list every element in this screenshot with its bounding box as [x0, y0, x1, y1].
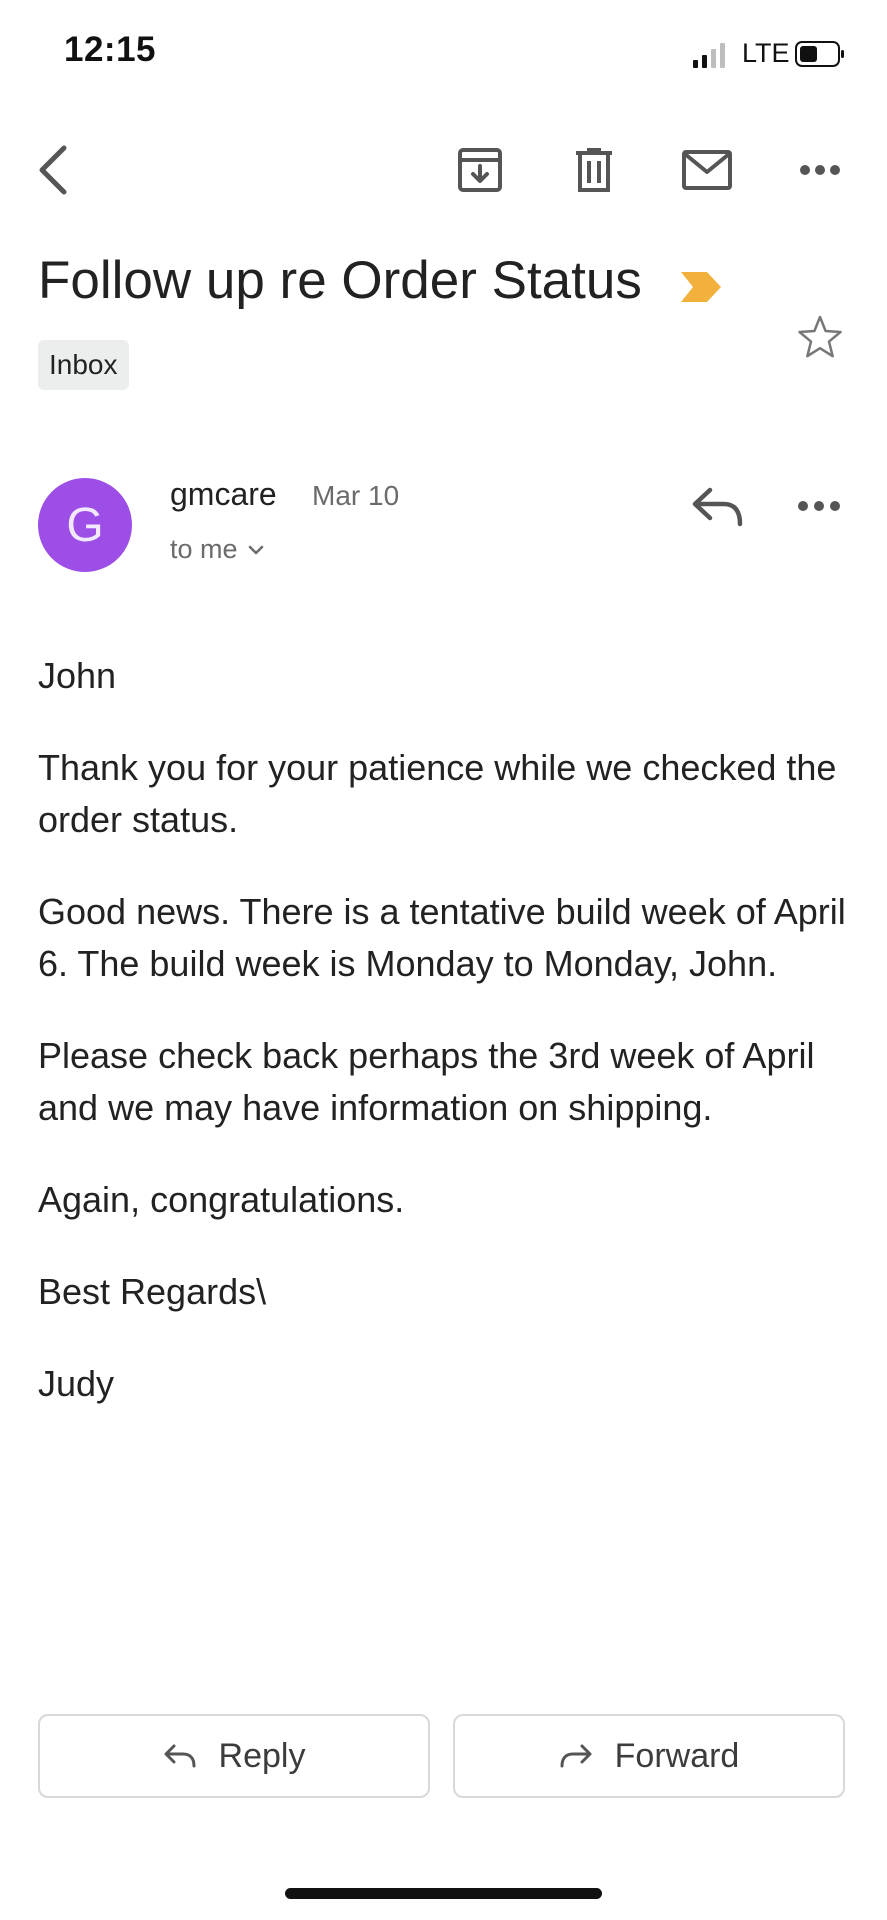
email-body: John Thank you for your patience while w… [38, 650, 848, 1450]
archive-button[interactable] [452, 142, 508, 198]
forward-arrow-icon [560, 1744, 592, 1768]
battery-icon [795, 41, 844, 67]
signal-strength-icon [693, 43, 725, 68]
body-paragraph: Judy [38, 1363, 115, 1404]
home-indicator[interactable] [285, 1888, 602, 1899]
reply-icon[interactable] [690, 484, 746, 528]
recipient-details-toggle[interactable]: to me [170, 534, 264, 565]
body-paragraph: Good news. There is a tentative build we… [38, 891, 846, 984]
delete-button[interactable] [566, 142, 622, 198]
reply-arrow-icon [164, 1744, 196, 1768]
back-button[interactable] [26, 142, 82, 198]
body-paragraph: Please check back perhaps the 3rd week o… [38, 1035, 815, 1128]
email-subject: Follow up re Order Status [38, 251, 642, 310]
chevron-left-icon [39, 145, 67, 195]
reply-button[interactable]: Reply [38, 1714, 430, 1798]
forward-label: Forward [614, 1736, 740, 1775]
recipient-label: to me [170, 534, 238, 564]
reply-label: Reply [218, 1736, 306, 1775]
label-chip-inbox[interactable]: Inbox [38, 340, 129, 390]
archive-icon [458, 148, 502, 192]
sender-avatar: G [38, 478, 132, 572]
network-type: LTE [742, 38, 790, 68]
sender-name: gmcare [170, 476, 277, 512]
chevron-down-icon [248, 545, 263, 554]
more-horizontal-icon [800, 165, 840, 175]
body-paragraph: Best Regards\ [38, 1271, 267, 1312]
mail-icon [682, 150, 732, 190]
forward-button[interactable]: Forward [453, 1714, 845, 1798]
status-time: 12:15 [64, 30, 157, 69]
trash-icon [576, 148, 612, 192]
body-paragraph: John [38, 655, 117, 696]
message-date: Mar 10 [312, 480, 400, 511]
importance-marker-icon [681, 272, 721, 302]
body-paragraph: Thank you for your patience while we che… [38, 747, 837, 840]
more-options-button[interactable] [792, 142, 848, 198]
body-paragraph: Again, congratulations. [38, 1179, 405, 1220]
star-icon[interactable] [797, 314, 843, 360]
mark-unread-button[interactable] [679, 142, 735, 198]
message-more-icon[interactable] [795, 484, 843, 528]
